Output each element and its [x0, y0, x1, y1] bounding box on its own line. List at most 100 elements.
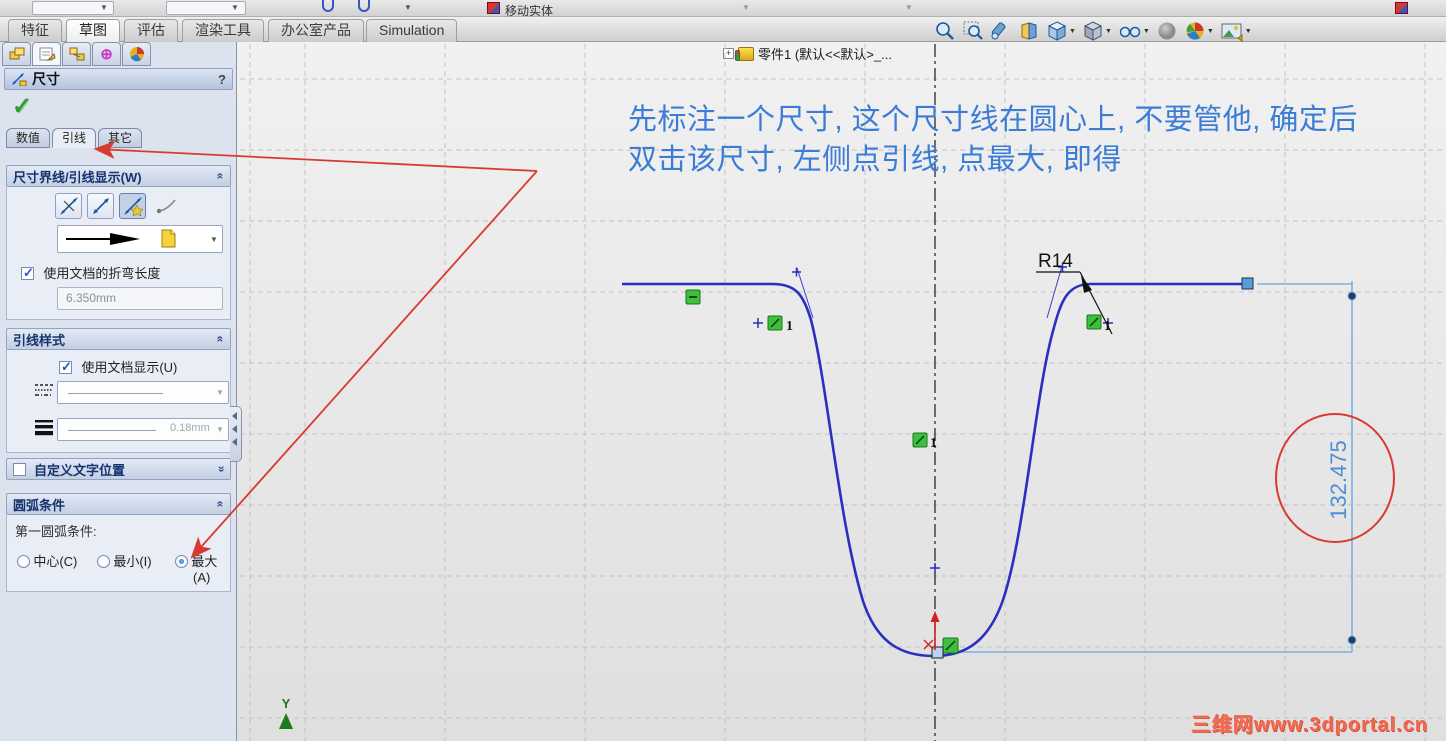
- toolbar-icon[interactable]: [322, 0, 334, 12]
- tab-simulation[interactable]: Simulation: [366, 19, 458, 42]
- edit-appearance-icon[interactable]: ▼: [1183, 20, 1215, 42]
- leader-curve-icon[interactable]: [155, 195, 181, 218]
- radio-min[interactable]: 最小(I): [97, 551, 152, 570]
- toolbar-icon[interactable]: [358, 0, 370, 12]
- dimxpert-manager-tab[interactable]: ⊕: [92, 42, 121, 66]
- arrow-style-combo[interactable]: ▼: [57, 225, 223, 253]
- dropdown-caret-icon[interactable]: ▼: [742, 3, 750, 12]
- hide-show-items-icon[interactable]: ▼: [1117, 20, 1151, 42]
- zoom-to-fit-icon[interactable]: [933, 20, 957, 42]
- dropdown-caret-icon[interactable]: ▼: [905, 3, 913, 12]
- line-style-combo[interactable]: ▼: [57, 381, 229, 404]
- custom-text-header[interactable]: 自定义文字位置 «: [6, 458, 231, 480]
- line-thickness-icon: [33, 418, 55, 436]
- thickness-value: 0.18mm: [170, 422, 210, 434]
- document-icon: [161, 229, 176, 248]
- arc-condition-title: 圆弧条件: [13, 497, 66, 513]
- radio-center[interactable]: 中心(C): [17, 551, 77, 570]
- tab-leaders[interactable]: 引线: [52, 128, 97, 148]
- display-style-icon[interactable]: ▼: [1081, 20, 1113, 42]
- previous-view-icon[interactable]: [989, 20, 1013, 42]
- witness-leader-group: 尺寸界线/引线显示(W) « ▼ 使用文档的折弯长度: [6, 165, 231, 320]
- leader-style-title: 引线样式: [13, 332, 66, 348]
- inside-arrows-button[interactable]: [87, 193, 114, 219]
- custom-text-group: 自定义文字位置 «: [6, 458, 231, 480]
- dropdown-caret-icon[interactable]: ▼: [404, 3, 412, 12]
- use-doc-bend-row: 使用文档的折弯长度: [21, 263, 160, 282]
- move-entities-icon[interactable]: [487, 2, 500, 14]
- part-label[interactable]: 零件1 (默认<<默认>_...: [758, 44, 892, 63]
- max-mnemonic: (A): [193, 570, 211, 585]
- arc-condition-body: 第一圆弧条件: 中心(C) 最小(I) 最大 (A): [6, 515, 231, 592]
- custom-text-checkbox[interactable]: [13, 462, 26, 476]
- help-button[interactable]: ?: [218, 72, 226, 87]
- tab-features[interactable]: 特征: [8, 19, 62, 42]
- view-orientation-icon[interactable]: ▼: [1045, 20, 1077, 42]
- dropdown-caret-icon[interactable]: ▼: [231, 3, 239, 12]
- tab-evaluate[interactable]: 评估: [124, 19, 178, 42]
- dimension-icon: [12, 73, 27, 86]
- dropdown-caret-icon[interactable]: ▼: [206, 235, 222, 244]
- watermark: 三维网www.3dportal.cn: [1190, 714, 1428, 736]
- property-manager-panel: ⊕ 尺寸 ? ✓ 数值 引线 其它 尺寸界线/引线显示(W) « ▼ ✓ 使用文…: [0, 40, 237, 741]
- witness-group-header[interactable]: 尺寸界线/引线显示(W) «: [6, 165, 231, 187]
- witness-group-title: 尺寸界线/引线显示(W): [13, 169, 142, 185]
- expand-chevron-icon[interactable]: «: [214, 466, 228, 473]
- line-style-icon: [33, 382, 55, 400]
- headsup-view-toolbar: ▼ ▼ ▼ ▼ ▼: [933, 19, 1253, 43]
- use-doc-bend-checkbox[interactable]: [21, 265, 34, 281]
- panel-title-bar: 尺寸 ?: [4, 68, 233, 90]
- use-doc-display-label: 使用文档显示(U): [81, 360, 178, 375]
- shaded-sphere-icon[interactable]: [1155, 20, 1179, 42]
- collapse-chevron-icon[interactable]: «: [214, 173, 228, 180]
- configuration-manager-tab[interactable]: [62, 42, 91, 66]
- dropdown-caret-icon[interactable]: ▼: [212, 425, 228, 434]
- top-toolbar-strip: ▼ ▼ ▼ 移动实体 ▼ ▼: [0, 0, 1446, 18]
- axis-arrow-icon: [279, 713, 293, 729]
- tab-render-tools[interactable]: 渲染工具: [182, 19, 264, 42]
- feature-manager-tab[interactable]: [2, 42, 31, 66]
- tab-office-products[interactable]: 办公室产品: [268, 19, 364, 42]
- tab-sketch[interactable]: 草图: [66, 19, 120, 42]
- dropdown-caret-icon[interactable]: ▼: [212, 388, 228, 397]
- bend-length-field[interactable]: 6.350mm: [57, 287, 223, 310]
- tab-value[interactable]: 数值: [6, 128, 51, 148]
- smart-arrows-button[interactable]: [119, 193, 146, 219]
- sketch-axis-indicator: Y: [276, 696, 296, 729]
- dimension-sub-tabs: 数值 引线 其它: [6, 128, 144, 148]
- panel-splitter-handle[interactable]: [230, 406, 242, 462]
- section-view-icon[interactable]: [1017, 20, 1041, 42]
- zoom-to-area-icon[interactable]: [961, 20, 985, 42]
- leader-style-body: 使用文档显示(U) ▼ 0.18mm ▼: [6, 350, 231, 453]
- ok-check-button[interactable]: ✓: [12, 92, 32, 121]
- axis-label: Y: [281, 696, 291, 711]
- instruction-line-2: 双击该尺寸, 左侧点引线, 点最大, 即得: [628, 144, 1122, 176]
- instruction-line-1: 先标注一个尺寸, 这个尺寸线在圆心上, 不要管他, 确定后: [628, 104, 1358, 136]
- toolbar-icon[interactable]: [1395, 2, 1408, 14]
- display-manager-tab[interactable]: [122, 42, 151, 66]
- line-thickness-combo[interactable]: 0.18mm ▼: [57, 418, 229, 441]
- outside-arrows-button[interactable]: [55, 193, 82, 219]
- apply-scene-icon[interactable]: ▼: [1219, 20, 1253, 42]
- first-arc-label: 第一圆弧条件:: [15, 524, 97, 539]
- manager-tab-row: ⊕: [2, 42, 152, 66]
- radio-max[interactable]: 最大 (A): [175, 551, 217, 585]
- property-manager-tab[interactable]: [32, 42, 61, 66]
- dropdown-caret-icon[interactable]: ▼: [100, 3, 108, 12]
- witness-group-body: ▼ 使用文档的折弯长度 6.350mm: [6, 187, 231, 320]
- leader-style-header[interactable]: 引线样式 «: [6, 328, 231, 350]
- feature-tree-flyout: + 零件1 (默认<<默认>_...: [723, 44, 892, 63]
- arc-condition-header[interactable]: 圆弧条件 «: [6, 493, 231, 515]
- tree-expander[interactable]: +: [723, 48, 734, 59]
- use-doc-display-row: 使用文档显示(U): [59, 357, 177, 376]
- use-doc-bend-label: 使用文档的折弯长度: [43, 266, 161, 281]
- arc-condition-group: 圆弧条件 « 第一圆弧条件: 中心(C) 最小(I) 最大 (A): [6, 493, 231, 592]
- collapse-chevron-icon[interactable]: «: [214, 501, 228, 508]
- tab-other[interactable]: 其它: [98, 128, 143, 148]
- use-doc-display-checkbox[interactable]: [59, 359, 72, 375]
- part-icon: [735, 46, 754, 61]
- panel-title: 尺寸: [32, 71, 60, 87]
- custom-text-title: 自定义文字位置: [34, 462, 126, 478]
- collapse-chevron-icon[interactable]: «: [214, 336, 228, 343]
- instruction-note: 先标注一个尺寸, 这个尺寸线在圆心上, 不要管他, 确定后 双击该尺寸, 左侧点…: [628, 100, 1388, 180]
